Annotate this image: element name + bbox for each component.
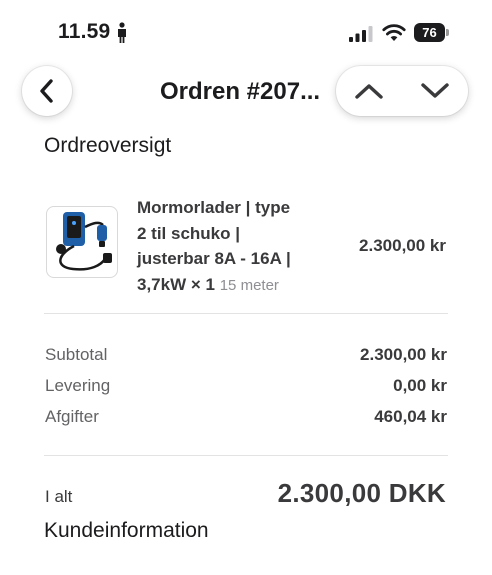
total-value: 2.300,00 DKK bbox=[277, 478, 446, 508]
divider bbox=[44, 313, 448, 314]
wifi-icon bbox=[382, 24, 406, 41]
product-name-line: Mormorlader | type bbox=[137, 198, 291, 217]
chevron-up-icon bbox=[355, 84, 383, 99]
battery-level: 76 bbox=[414, 23, 445, 42]
battery-cap bbox=[446, 29, 449, 36]
status-time: 11.59 bbox=[58, 20, 111, 43]
product-name-line: justerbar 8A - 16A | bbox=[137, 249, 291, 268]
next-order-button[interactable] bbox=[402, 66, 468, 116]
chevron-down-icon bbox=[421, 83, 449, 98]
battery-icon: 76 bbox=[414, 23, 450, 42]
total-label: I alt bbox=[45, 487, 73, 506]
taxes-value: 460,04 kr bbox=[374, 407, 447, 426]
product-thumbnail[interactable] bbox=[46, 206, 118, 278]
customer-info-heading: Kundeinformation bbox=[44, 519, 209, 542]
shipping-label: Levering bbox=[45, 376, 111, 395]
product-name-line: 2 til schuko | bbox=[137, 223, 241, 243]
taxes-label: Afgifter bbox=[45, 407, 99, 426]
product-variant: 15 meter bbox=[219, 276, 279, 294]
status-bar: 11.59 76 bbox=[0, 0, 492, 64]
subtotal-label: Subtotal bbox=[45, 345, 108, 364]
taxes-row: Afgifter 460,04 kr bbox=[45, 407, 447, 431]
subtotal-value: 2.300,00 kr bbox=[360, 345, 447, 364]
ev-charger-cable-image bbox=[56, 212, 112, 271]
shipping-value: 0,00 kr bbox=[393, 376, 447, 395]
product-name-line: 3,7kW bbox=[137, 274, 187, 294]
page-title: Ordren #207... bbox=[160, 78, 321, 105]
subtotal-row: Subtotal 2.300,00 kr bbox=[45, 345, 447, 369]
shipping-row: Levering 0,00 kr bbox=[45, 376, 447, 400]
order-stepper bbox=[336, 66, 468, 116]
previous-order-button[interactable] bbox=[336, 66, 402, 116]
person-icon bbox=[118, 22, 126, 43]
divider bbox=[44, 455, 448, 456]
product-price: 2.300,00 kr bbox=[359, 236, 446, 255]
order-overview-heading: Ordreoversigt bbox=[44, 134, 172, 157]
signal-icon bbox=[349, 26, 373, 42]
back-button[interactable] bbox=[22, 66, 72, 116]
chevron-left-icon bbox=[40, 79, 53, 103]
product-quantity: × 1 bbox=[190, 274, 215, 294]
product-name[interactable]: Mormorlader | type 2 til schuko | juster… bbox=[137, 195, 322, 298]
